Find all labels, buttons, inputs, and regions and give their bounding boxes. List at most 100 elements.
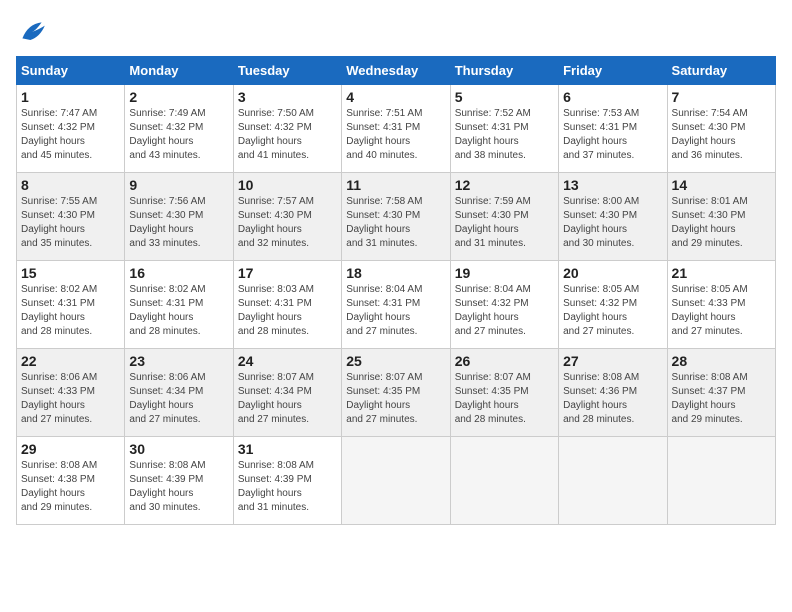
calendar-day-cell: 1 Sunrise: 7:47 AMSunset: 4:32 PMDaylight… <box>17 85 125 173</box>
calendar-day-cell: 19 Sunrise: 8:04 AMSunset: 4:32 PMDayligh… <box>450 261 558 349</box>
weekday-header: Tuesday <box>233 57 341 85</box>
day-info: Sunrise: 8:05 AMSunset: 4:33 PMDaylight … <box>672 283 771 339</box>
day-info: Sunrise: 8:02 AMSunset: 4:31 PMDaylight … <box>129 283 228 339</box>
calendar-day-cell: 22Sunrise: 8:06 AMSunset: 4:33 PMDayligh… <box>17 349 125 437</box>
day-number: 1 <box>21 89 120 105</box>
day-number: 28 <box>672 353 771 369</box>
page-header <box>16 16 776 48</box>
weekday-header: Monday <box>125 57 233 85</box>
calendar-day-cell <box>667 437 775 525</box>
day-number: 8 <box>21 177 120 193</box>
day-info: Sunrise: 7:52 AMSunset: 4:31 PMDaylight … <box>455 107 554 163</box>
calendar-day-cell: 29 Sunrise: 8:08 AMSunset: 4:38 PMDayligh… <box>17 437 125 525</box>
calendar-day-cell: 13 Sunrise: 8:00 AMSunset: 4:30 PMDayligh… <box>559 173 667 261</box>
day-number: 7 <box>672 89 771 105</box>
day-info: Sunrise: 7:47 AMSunset: 4:32 PMDaylight … <box>21 107 120 163</box>
calendar-week-row: 15 Sunrise: 8:02 AMSunset: 4:31 PMDayligh… <box>17 261 776 349</box>
weekday-header: Sunday <box>17 57 125 85</box>
day-info: Sunrise: 7:49 AMSunset: 4:32 PMDaylight … <box>129 107 228 163</box>
calendar-day-cell: 18 Sunrise: 8:04 AMSunset: 4:31 PMDayligh… <box>342 261 450 349</box>
calendar-day-cell: 25 Sunrise: 8:07 AMSunset: 4:35 PMDayligh… <box>342 349 450 437</box>
calendar-week-row: 22Sunrise: 8:06 AMSunset: 4:33 PMDayligh… <box>17 349 776 437</box>
calendar-day-cell: 7 Sunrise: 7:54 AMSunset: 4:30 PMDaylight… <box>667 85 775 173</box>
day-info: Sunrise: 8:07 AMSunset: 4:34 PMDaylight … <box>238 371 337 427</box>
day-number: 17 <box>238 265 337 281</box>
day-number: 29 <box>21 441 120 457</box>
day-info: Sunrise: 8:08 AMSunset: 4:37 PMDaylight … <box>672 371 771 427</box>
day-info: Sunrise: 8:03 AMSunset: 4:31 PMDaylight … <box>238 283 337 339</box>
day-info: Sunrise: 8:01 AMSunset: 4:30 PMDaylight … <box>672 195 771 251</box>
weekday-header: Thursday <box>450 57 558 85</box>
calendar-day-cell: 4Sunrise: 7:51 AMSunset: 4:31 PMDaylight… <box>342 85 450 173</box>
calendar-day-cell: 24 Sunrise: 8:07 AMSunset: 4:34 PMDayligh… <box>233 349 341 437</box>
calendar-day-cell <box>342 437 450 525</box>
day-info: Sunrise: 8:02 AMSunset: 4:31 PMDaylight … <box>21 283 120 339</box>
day-number: 10 <box>238 177 337 193</box>
calendar-week-row: 29 Sunrise: 8:08 AMSunset: 4:38 PMDayligh… <box>17 437 776 525</box>
calendar-day-cell <box>450 437 558 525</box>
day-info: Sunrise: 7:58 AMSunset: 4:30 PMDaylight … <box>346 195 445 251</box>
day-number: 30 <box>129 441 228 457</box>
day-number: 13 <box>563 177 662 193</box>
calendar-day-cell: 3Sunrise: 7:50 AMSunset: 4:32 PMDaylight… <box>233 85 341 173</box>
calendar-header-row: SundayMondayTuesdayWednesdayThursdayFrid… <box>17 57 776 85</box>
calendar-table: SundayMondayTuesdayWednesdayThursdayFrid… <box>16 56 776 525</box>
day-number: 2 <box>129 89 228 105</box>
day-number: 6 <box>563 89 662 105</box>
day-number: 18 <box>346 265 445 281</box>
calendar-day-cell: 23Sunrise: 8:06 AMSunset: 4:34 PMDayligh… <box>125 349 233 437</box>
day-number: 20 <box>563 265 662 281</box>
calendar-day-cell: 21 Sunrise: 8:05 AMSunset: 4:33 PMDayligh… <box>667 261 775 349</box>
calendar-day-cell: 28 Sunrise: 8:08 AMSunset: 4:37 PMDayligh… <box>667 349 775 437</box>
calendar-day-cell: 9Sunrise: 7:56 AMSunset: 4:30 PMDaylight… <box>125 173 233 261</box>
day-info: Sunrise: 8:04 AMSunset: 4:31 PMDaylight … <box>346 283 445 339</box>
calendar-day-cell: 2 Sunrise: 7:49 AMSunset: 4:32 PMDaylight… <box>125 85 233 173</box>
day-number: 14 <box>672 177 771 193</box>
day-number: 16 <box>129 265 228 281</box>
calendar-day-cell: 12 Sunrise: 7:59 AMSunset: 4:30 PMDayligh… <box>450 173 558 261</box>
day-info: Sunrise: 8:00 AMSunset: 4:30 PMDaylight … <box>563 195 662 251</box>
day-info: Sunrise: 8:05 AMSunset: 4:32 PMDaylight … <box>563 283 662 339</box>
day-info: Sunrise: 8:08 AMSunset: 4:36 PMDaylight … <box>563 371 662 427</box>
calendar-day-cell: 8 Sunrise: 7:55 AMSunset: 4:30 PMDaylight… <box>17 173 125 261</box>
day-info: Sunrise: 7:51 AMSunset: 4:31 PMDaylight … <box>346 107 445 163</box>
day-number: 31 <box>238 441 337 457</box>
day-info: Sunrise: 8:04 AMSunset: 4:32 PMDaylight … <box>455 283 554 339</box>
weekday-header: Saturday <box>667 57 775 85</box>
day-number: 11 <box>346 177 445 193</box>
day-number: 25 <box>346 353 445 369</box>
calendar-week-row: 8 Sunrise: 7:55 AMSunset: 4:30 PMDaylight… <box>17 173 776 261</box>
day-info: Sunrise: 7:55 AMSunset: 4:30 PMDaylight … <box>21 195 120 251</box>
calendar-day-cell: 17 Sunrise: 8:03 AMSunset: 4:31 PMDayligh… <box>233 261 341 349</box>
calendar-week-row: 1 Sunrise: 7:47 AMSunset: 4:32 PMDaylight… <box>17 85 776 173</box>
weekday-header: Friday <box>559 57 667 85</box>
calendar-day-cell: 10 Sunrise: 7:57 AMSunset: 4:30 PMDayligh… <box>233 173 341 261</box>
calendar-day-cell: 20 Sunrise: 8:05 AMSunset: 4:32 PMDayligh… <box>559 261 667 349</box>
day-number: 12 <box>455 177 554 193</box>
day-info: Sunrise: 8:07 AMSunset: 4:35 PMDaylight … <box>346 371 445 427</box>
day-number: 24 <box>238 353 337 369</box>
day-info: Sunrise: 7:57 AMSunset: 4:30 PMDaylight … <box>238 195 337 251</box>
day-info: Sunrise: 7:59 AMSunset: 4:30 PMDaylight … <box>455 195 554 251</box>
day-info: Sunrise: 8:06 AMSunset: 4:34 PMDaylight … <box>129 371 228 427</box>
day-info: Sunrise: 7:53 AMSunset: 4:31 PMDaylight … <box>563 107 662 163</box>
calendar-day-cell <box>559 437 667 525</box>
day-number: 19 <box>455 265 554 281</box>
day-info: Sunrise: 8:07 AMSunset: 4:35 PMDaylight … <box>455 371 554 427</box>
logo <box>16 16 52 48</box>
calendar-day-cell: 15 Sunrise: 8:02 AMSunset: 4:31 PMDayligh… <box>17 261 125 349</box>
day-number: 21 <box>672 265 771 281</box>
calendar-day-cell: 5 Sunrise: 7:52 AMSunset: 4:31 PMDaylight… <box>450 85 558 173</box>
day-info: Sunrise: 7:56 AMSunset: 4:30 PMDaylight … <box>129 195 228 251</box>
day-info: Sunrise: 7:54 AMSunset: 4:30 PMDaylight … <box>672 107 771 163</box>
day-info: Sunrise: 8:08 AMSunset: 4:38 PMDaylight … <box>21 459 120 515</box>
calendar-day-cell: 16 Sunrise: 8:02 AMSunset: 4:31 PMDayligh… <box>125 261 233 349</box>
calendar-day-cell: 26Sunrise: 8:07 AMSunset: 4:35 PMDayligh… <box>450 349 558 437</box>
calendar-day-cell: 27Sunrise: 8:08 AMSunset: 4:36 PMDayligh… <box>559 349 667 437</box>
day-number: 5 <box>455 89 554 105</box>
day-info: Sunrise: 7:50 AMSunset: 4:32 PMDaylight … <box>238 107 337 163</box>
weekday-header: Wednesday <box>342 57 450 85</box>
calendar-day-cell: 11 Sunrise: 7:58 AMSunset: 4:30 PMDayligh… <box>342 173 450 261</box>
logo-icon <box>16 16 48 48</box>
day-number: 15 <box>21 265 120 281</box>
